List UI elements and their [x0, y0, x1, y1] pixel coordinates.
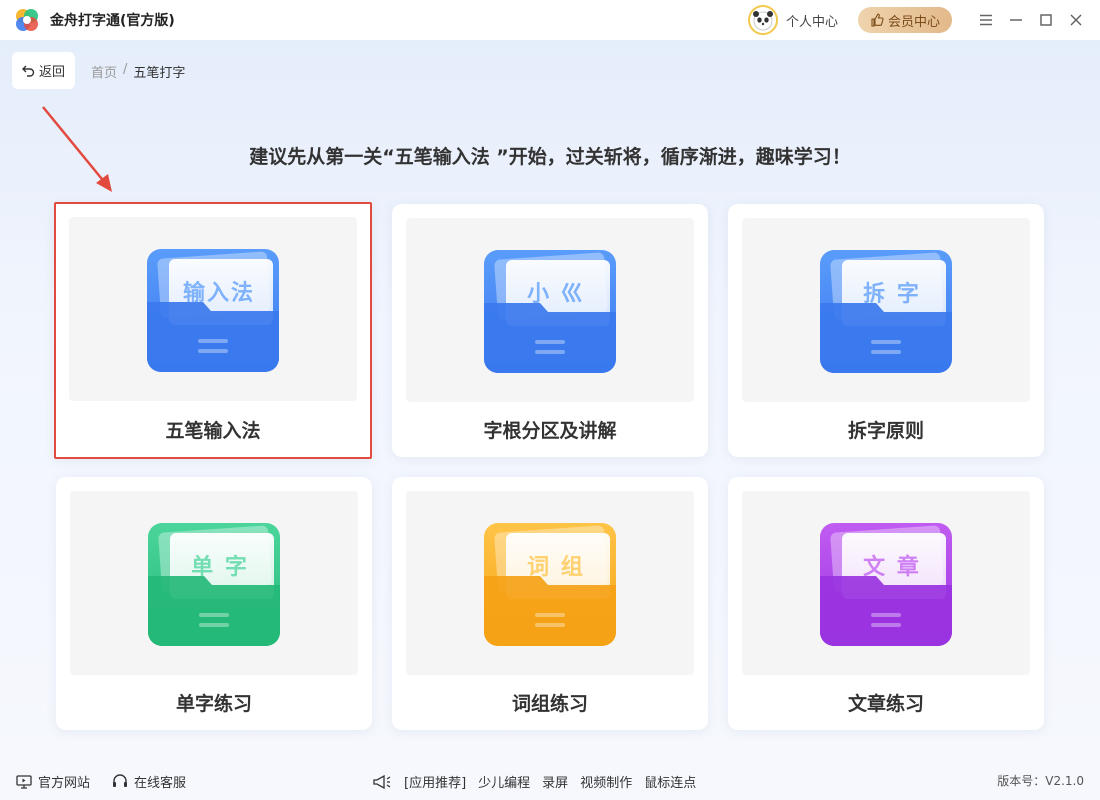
- back-label: 返回: [38, 65, 65, 80]
- folder-icon: [484, 250, 616, 373]
- close-icon[interactable]: [1062, 6, 1090, 34]
- online-service-label: 在线客服: [134, 776, 187, 791]
- online-service-link[interactable]: 在线客服: [112, 772, 186, 791]
- app-title: 金舟打字通(官方版): [50, 13, 175, 29]
- official-site-label: 官方网站: [38, 776, 91, 791]
- folder-icon: [820, 250, 952, 373]
- folder-icon: [147, 249, 279, 372]
- breadcrumb: 首页 / 五笔打字: [91, 62, 185, 81]
- headset-icon: [113, 774, 127, 787]
- card-article-practice[interactable]: 文 章文章练习: [728, 477, 1044, 730]
- card-phrase-practice[interactable]: 词 组词组练习: [392, 477, 708, 730]
- folder-icon: [484, 523, 616, 646]
- card-image-area: 拆 字: [742, 218, 1030, 402]
- megaphone-icon: [373, 774, 391, 789]
- folder-paper-text: 文 章: [863, 555, 921, 580]
- breadcrumb-separator: /: [123, 62, 128, 77]
- footer-link-screen-record[interactable]: 录屏: [542, 772, 568, 791]
- folder-paper-text: 拆 字: [863, 282, 921, 307]
- menu-icon[interactable]: [972, 6, 1000, 34]
- back-button[interactable]: 返回: [12, 52, 75, 89]
- title-bar: 金舟打字通(官方版) 个人中心 会员中心: [0, 0, 1100, 40]
- monitor-icon: [16, 774, 32, 789]
- avatar[interactable]: [747, 5, 778, 35]
- minimize-icon[interactable]: [1002, 6, 1030, 34]
- folder-paper-text: 单 字: [191, 555, 249, 580]
- card-image-area: 小 巛: [406, 218, 694, 402]
- footer-links: [应用推荐] 少儿编程 录屏 视频制作 鼠标连点: [372, 772, 696, 791]
- folder-icon: [148, 523, 280, 646]
- card-label: 五笔输入法: [165, 420, 261, 442]
- vip-center-label: 会员中心: [887, 14, 940, 30]
- folder-paper-text: 小 巛: [527, 282, 585, 307]
- breadcrumb-current: 五笔打字: [133, 66, 186, 81]
- footer: 官方网站 在线客服 [应用推荐] 少儿编程 录屏 视频制作 鼠标连点 版本号：V…: [0, 760, 1100, 800]
- official-site-link[interactable]: 官方网站: [16, 772, 90, 791]
- footer-link-kids-coding[interactable]: 少儿编程: [478, 772, 530, 791]
- footer-link-video-making[interactable]: 视频制作: [580, 772, 632, 791]
- panda-avatar-icon: [752, 11, 773, 31]
- footer-link-auto-clicker[interactable]: 鼠标连点: [644, 772, 696, 791]
- card-image-area: 词 组: [406, 491, 694, 675]
- card-label: 字根分区及讲解: [483, 420, 617, 442]
- version-label: 版本号：V2.1.0: [997, 774, 1084, 788]
- card-radical-zones[interactable]: 小 巛字根分区及讲解: [392, 204, 708, 457]
- back-arrow-icon: [21, 65, 35, 77]
- hint-text: 建议先从第一关“五笔输入法 ”开始，过关斩将，循序渐进，趣味学习！: [249, 146, 851, 168]
- folder-icon: [820, 523, 952, 646]
- thumbs-up-icon: [871, 13, 884, 27]
- maximize-icon[interactable]: [1032, 6, 1060, 34]
- personal-center-link[interactable]: 个人中心: [786, 11, 838, 30]
- card-label: 词组练习: [511, 693, 588, 715]
- card-wubi-input[interactable]: 输入法五笔输入法: [54, 202, 372, 459]
- card-label: 单字练习: [175, 693, 252, 715]
- app-logo-icon: [14, 7, 40, 33]
- vip-center-button[interactable]: 会员中心: [857, 7, 952, 33]
- card-image-area: 输入法: [69, 217, 357, 401]
- card-label: 文章练习: [847, 693, 924, 715]
- card-split-rules[interactable]: 拆 字拆字原则: [728, 204, 1044, 457]
- card-image-area: 单 字: [70, 491, 358, 675]
- folder-paper-text: 输入法: [182, 281, 255, 306]
- app-recommend-label: [应用推荐]: [404, 776, 467, 791]
- card-image-area: 文 章: [742, 491, 1030, 675]
- card-label: 拆字原则: [847, 420, 924, 442]
- breadcrumb-home[interactable]: 首页: [91, 62, 117, 81]
- folder-paper-text: 词 组: [527, 555, 585, 580]
- card-single-char-practice[interactable]: 单 字单字练习: [56, 477, 372, 730]
